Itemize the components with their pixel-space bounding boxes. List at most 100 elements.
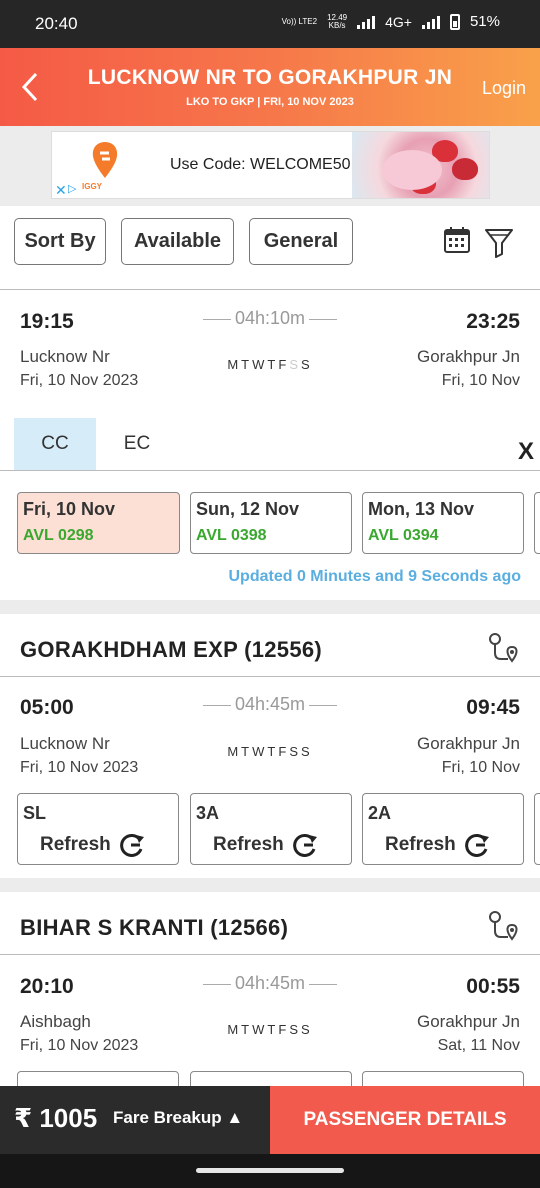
train-name: BIHAR S KRANTI (12566) xyxy=(20,915,289,940)
arrival-time: 09:45 xyxy=(466,696,520,719)
status-time: 20:40 xyxy=(35,14,78,33)
refresh-icon xyxy=(119,833,144,857)
running-days: MTWTFSS xyxy=(170,744,370,759)
refresh-button[interactable]: Refresh xyxy=(40,832,145,858)
ad-choices-icon[interactable]: ▷ xyxy=(68,182,76,195)
route-map-icon[interactable] xyxy=(488,909,520,943)
network-type: 4G+ xyxy=(385,13,412,30)
ad-banner[interactable]: ✕ ▷ IGGY Use Code: WELCOME50 xyxy=(51,131,490,199)
duration: 04h:10m xyxy=(170,308,370,329)
system-nav-bar xyxy=(0,1154,540,1188)
to-station: Gorakhpur Jn xyxy=(417,347,520,366)
departure-date: Fri, 10 Nov 2023 xyxy=(20,372,139,389)
day-letter: T xyxy=(241,744,253,759)
availability-date-more[interactable] xyxy=(534,492,540,554)
day-letter: T xyxy=(241,357,253,372)
ad-banner-area: ✕ ▷ IGGY Use Code: WELCOME50 xyxy=(0,126,540,206)
to-station: Gorakhpur Jn xyxy=(417,1012,520,1031)
volte-indicator: Vo)) LTE2 xyxy=(281,16,318,26)
fare-breakup-toggle[interactable]: Fare Breakup ▲ xyxy=(113,1108,243,1128)
page-subtitle: LKO TO GKP | FRI, 10 NOV 2023 xyxy=(186,96,354,108)
train-name: GORAKHDHAM EXP (12556) xyxy=(20,637,323,662)
battery-icon xyxy=(449,13,460,30)
quota-button[interactable]: General xyxy=(249,218,353,265)
class-box-3a[interactable]: 3A Refresh xyxy=(190,793,352,865)
class-name: SL xyxy=(23,803,47,823)
filter-icon[interactable] xyxy=(484,226,514,258)
back-arrow-icon[interactable] xyxy=(16,70,46,104)
class-tab-cc[interactable]: CC xyxy=(14,418,96,470)
from-station: Lucknow Nr xyxy=(20,734,110,753)
home-gesture-bar[interactable] xyxy=(196,1168,344,1173)
day-letter: T xyxy=(267,1022,279,1037)
day-letter: F xyxy=(278,357,290,372)
departure-date: Fri, 10 Nov 2023 xyxy=(20,759,139,776)
day-letter: T xyxy=(267,744,279,759)
duration: 04h:45m xyxy=(170,973,370,994)
day-letter: S xyxy=(289,744,301,759)
login-button[interactable]: Login xyxy=(482,78,526,99)
arrival-time: 23:25 xyxy=(466,310,520,333)
availability-status: AVL 0394 xyxy=(368,527,439,544)
sort-by-button[interactable]: Sort By xyxy=(14,218,106,265)
availability-date: Mon, 13 Nov xyxy=(368,499,475,519)
class-box-2a[interactable]: 2A Refresh xyxy=(362,793,524,865)
day-letter: T xyxy=(241,1022,253,1037)
refresh-button[interactable]: Refresh xyxy=(213,832,318,858)
refresh-icon xyxy=(464,833,489,857)
availability-status: AVL 0398 xyxy=(196,527,267,544)
day-letter: T xyxy=(267,357,279,372)
day-letter: F xyxy=(278,1022,290,1037)
train-card-2[interactable]: GORAKHDHAM EXP (12556) 05:00 04h:45m 09:… xyxy=(0,614,540,878)
from-station: Aishbagh xyxy=(20,1012,91,1031)
availability-status: AVL 0298 xyxy=(23,527,94,544)
close-button[interactable]: X xyxy=(518,438,534,466)
departure-time: 05:00 xyxy=(20,696,74,719)
running-days: MTWTFSS xyxy=(170,1022,370,1037)
availability-date-3[interactable]: Mon, 13 Nov AVL 0394 xyxy=(362,492,524,554)
class-tab-ec[interactable]: EC xyxy=(96,418,178,470)
day-letter: S xyxy=(289,1022,301,1037)
ad-close-icon[interactable]: ✕ xyxy=(55,182,67,199)
train-card-3[interactable]: BIHAR S KRANTI (12566) 20:10 04h:45m 00:… xyxy=(0,892,540,1143)
departure-time: 19:15 xyxy=(20,310,74,333)
day-letter: S xyxy=(300,1022,313,1037)
from-station: Lucknow Nr xyxy=(20,347,110,366)
ad-image xyxy=(352,132,489,198)
signal-2-icon xyxy=(421,15,440,29)
day-letter: W xyxy=(252,1022,268,1037)
arrival-date: Fri, 10 Nov xyxy=(441,372,520,389)
class-name: 2A xyxy=(368,803,392,823)
route-map-icon[interactable] xyxy=(488,631,520,665)
day-letter: W xyxy=(252,357,268,372)
to-station: Gorakhpur Jn xyxy=(417,734,520,753)
ad-brand: IGGY xyxy=(82,182,103,191)
calendar-icon[interactable] xyxy=(443,226,471,254)
status-bar: 20:40 Vo)) LTE2 12.49 KB/s 4G+ 51% xyxy=(0,0,540,48)
refresh-icon xyxy=(292,833,317,857)
page-title: LUCKNOW NR TO GORAKHPUR JN xyxy=(87,66,453,89)
availability-date-1[interactable]: Fri, 10 Nov AVL 0298 xyxy=(17,492,180,554)
class-box-sl[interactable]: SL Refresh xyxy=(17,793,179,865)
passenger-details-button[interactable]: PASSENGER DETAILS xyxy=(270,1086,540,1154)
availability-date-2[interactable]: Sun, 12 Nov AVL 0398 xyxy=(190,492,352,554)
departure-time: 20:10 xyxy=(20,975,74,998)
refresh-button[interactable]: Refresh xyxy=(385,832,490,858)
class-box-more[interactable] xyxy=(534,793,540,865)
day-letter: W xyxy=(252,744,268,759)
availability-date: Sun, 12 Nov xyxy=(196,499,300,519)
train-card-1[interactable]: 19:15 04h:10m 23:25 Lucknow Nr Gorakhpur… xyxy=(0,280,540,600)
ad-text: Use Code: WELCOME50 xyxy=(170,156,351,173)
arrival-date: Fri, 10 Nov xyxy=(441,759,520,776)
day-letter: M xyxy=(227,1022,242,1037)
availability-date: Fri, 10 Nov xyxy=(23,499,116,519)
day-letter: M xyxy=(227,744,242,759)
day-letter: F xyxy=(278,744,290,759)
available-filter-button[interactable]: Available xyxy=(121,218,234,265)
fare-amount: ₹ 1005 xyxy=(14,1103,98,1133)
running-days: MTWTFSS xyxy=(170,357,370,372)
battery-percent: 51% xyxy=(469,13,500,30)
network-speed: 12.49 KB/s xyxy=(327,12,348,30)
day-letter: M xyxy=(227,357,242,372)
day-letter: S xyxy=(300,357,313,372)
